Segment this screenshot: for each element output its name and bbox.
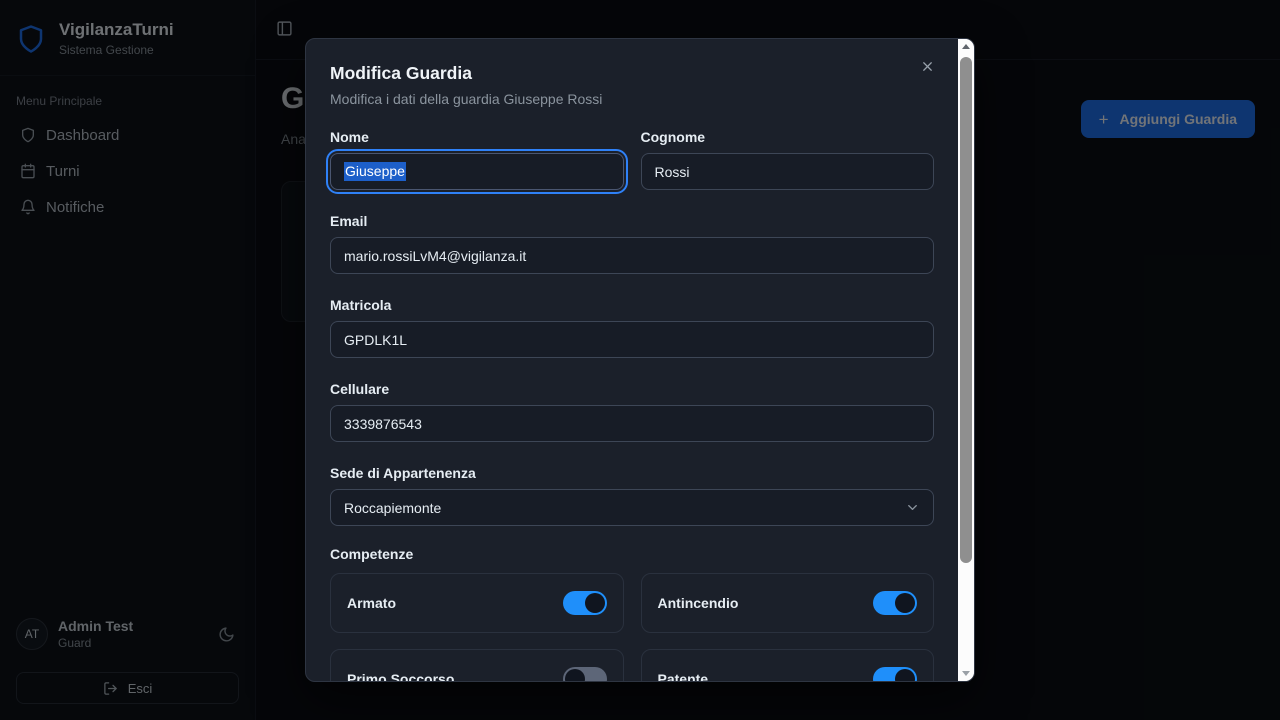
dialog-header: Modifica Guardia Modifica i dati della g… <box>306 39 958 108</box>
competenza-label: Patente <box>658 671 709 681</box>
sede-selected-value: Roccapiemonte <box>344 500 441 516</box>
scrollbar-thumb[interactable] <box>960 57 972 563</box>
competenza-label: Primo Soccorso <box>347 671 454 681</box>
cellulare-label: Cellulare <box>330 380 934 398</box>
triangle-up-icon <box>962 44 970 49</box>
nome-selected-text: Giuseppe <box>344 162 406 181</box>
nome-input[interactable]: Giuseppe <box>330 153 624 190</box>
dialog-subtitle: Modifica i dati della guardia Giuseppe R… <box>330 91 934 108</box>
competenza-label: Armato <box>347 595 396 611</box>
patente-toggle[interactable] <box>873 667 917 681</box>
close-icon <box>920 59 935 74</box>
cognome-input[interactable] <box>641 153 935 190</box>
scrollbar-down-button[interactable] <box>958 666 974 681</box>
chevron-down-icon <box>905 500 920 515</box>
email-label: Email <box>330 212 934 230</box>
matricola-input[interactable] <box>330 321 934 358</box>
competenza-label: Antincendio <box>658 595 739 611</box>
toggle-knob <box>895 593 915 613</box>
edit-guard-form: Nome Giuseppe Cognome Email Matricola <box>306 128 958 681</box>
competenze-grid: Armato Antincendio Primo Soccorso Patent… <box>330 573 934 681</box>
armato-toggle[interactable] <box>563 591 607 615</box>
dialog-title: Modifica Guardia <box>330 61 934 85</box>
scrollbar-up-button[interactable] <box>958 39 974 54</box>
toggle-knob <box>565 669 585 681</box>
competenza-card-antincendio: Antincendio <box>641 573 935 633</box>
competenza-card-primo-soccorso: Primo Soccorso <box>330 649 624 681</box>
triangle-down-icon <box>962 671 970 676</box>
primo-soccorso-toggle[interactable] <box>563 667 607 681</box>
edit-guard-dialog: Modifica Guardia Modifica i dati della g… <box>305 38 975 682</box>
matricola-label: Matricola <box>330 296 934 314</box>
toggle-knob <box>895 669 915 681</box>
antincendio-toggle[interactable] <box>873 591 917 615</box>
nome-label: Nome <box>330 128 624 146</box>
competenza-card-patente: Patente <box>641 649 935 681</box>
close-button[interactable] <box>916 55 938 77</box>
sede-label: Sede di Appartenenza <box>330 464 934 482</box>
dialog-scrollbar[interactable] <box>958 39 974 681</box>
sede-select[interactable]: Roccapiemonte <box>330 489 934 526</box>
email-input[interactable] <box>330 237 934 274</box>
toggle-knob <box>585 593 605 613</box>
competenza-card-armato: Armato <box>330 573 624 633</box>
competenze-label: Competenze <box>330 545 934 563</box>
cellulare-input[interactable] <box>330 405 934 442</box>
cognome-label: Cognome <box>641 128 935 146</box>
